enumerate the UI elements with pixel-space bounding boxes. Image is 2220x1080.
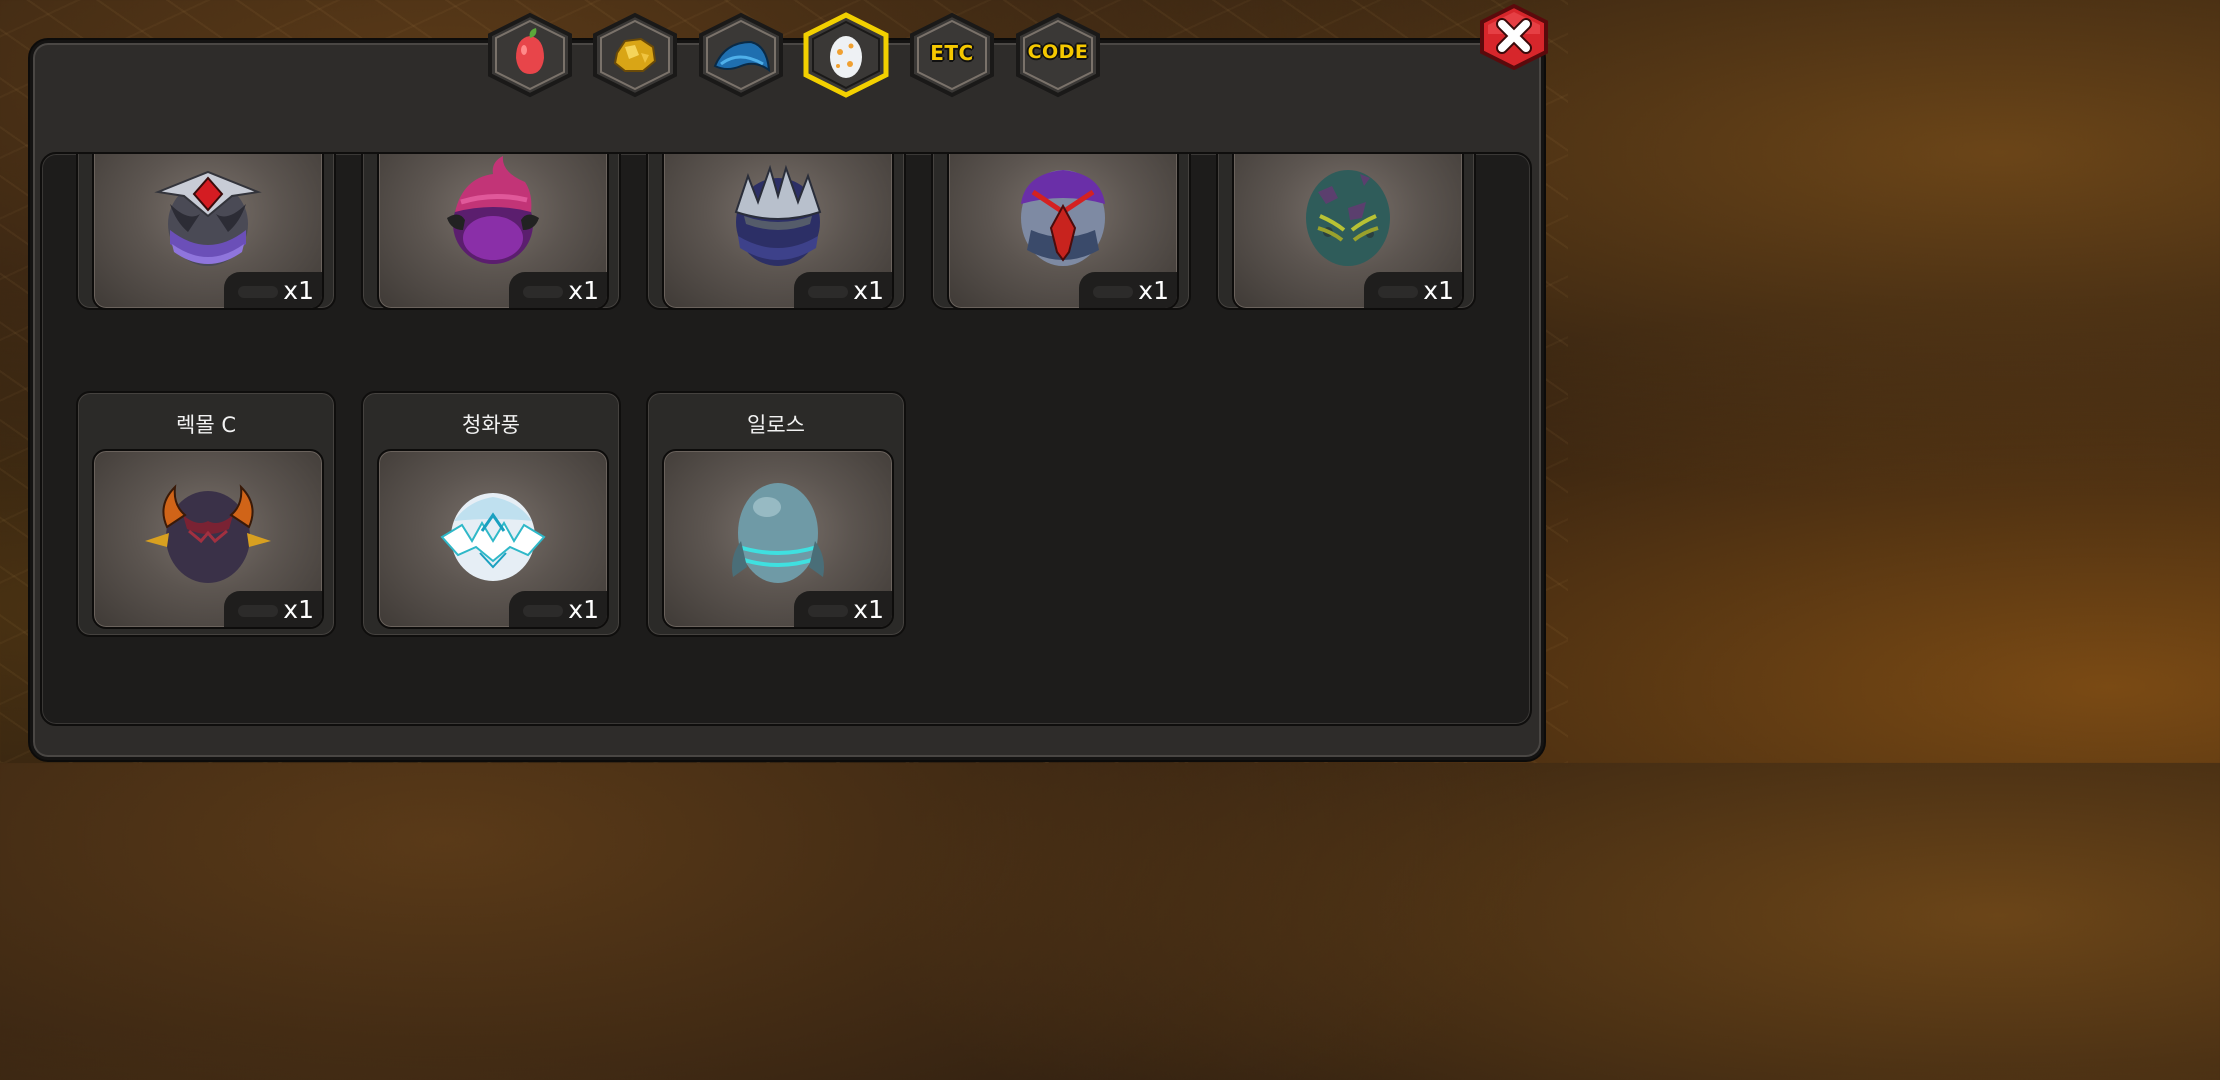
gold-nugget-icon (613, 37, 657, 72)
item-card[interactable]: x1 (931, 154, 1191, 310)
item-slot[interactable]: x1 (662, 154, 894, 310)
tab-etc[interactable]: ETC (906, 12, 998, 98)
pink-swirl-purple-egg-icon (447, 156, 539, 264)
cyan-striped-egg-icon (732, 483, 824, 583)
blue-feather-icon (713, 40, 771, 73)
quantity-badge: x1 (794, 272, 892, 308)
quantity-text: x1 (853, 276, 884, 305)
item-card[interactable]: x1 (76, 154, 336, 310)
item-name: 일로스 (747, 413, 805, 437)
quantity-badge: x1 (509, 272, 607, 308)
close-icon (1480, 3, 1548, 71)
purple-red-blade-egg-icon (1021, 170, 1105, 266)
quantity-text: x1 (853, 595, 884, 624)
fruit-icon (516, 28, 544, 74)
tab-feather[interactable] (695, 12, 787, 98)
item-slot[interactable]: x1 (92, 154, 324, 310)
quantity-badge: x1 (794, 591, 892, 627)
item-slot[interactable]: x1 (377, 449, 609, 629)
item-card[interactable]: x1 (646, 154, 906, 310)
quantity-text: x1 (1423, 276, 1454, 305)
item-name: 청화풍 (462, 413, 520, 437)
code-text-icon: CODE (1027, 41, 1089, 63)
item-slot[interactable]: x1 (377, 154, 609, 310)
white-ice-egg-icon (440, 493, 546, 581)
dark-horned-egg-icon (145, 484, 271, 583)
category-tabs: ETC CODE (484, 12, 1124, 102)
item-card[interactable]: 렉몰 C x1 (76, 391, 336, 637)
quantity-badge: x1 (509, 591, 607, 627)
silver-red-gem-egg-icon (154, 170, 262, 266)
quantity-badge: x1 (1364, 272, 1462, 308)
item-card[interactable]: 일로스 x1 (646, 391, 906, 637)
tab-gold[interactable] (589, 12, 681, 98)
item-slot[interactable]: x1 (947, 154, 1179, 310)
quantity-text: x1 (568, 595, 599, 624)
etc-text-icon: ETC (930, 41, 974, 65)
quantity-text: x1 (1138, 276, 1169, 305)
egg-icon (830, 36, 862, 78)
item-slot[interactable]: x1 (92, 449, 324, 629)
tab-egg[interactable] (800, 12, 892, 98)
teal-spotted-egg-icon (1306, 170, 1390, 266)
item-card[interactable]: x1 (1216, 154, 1476, 310)
tab-fruit[interactable] (484, 12, 576, 98)
quantity-text: x1 (283, 595, 314, 624)
silver-spiked-navy-egg-icon (734, 164, 822, 266)
quantity-badge: x1 (224, 272, 322, 308)
quantity-badge: x1 (1079, 272, 1177, 308)
item-slot[interactable]: x1 (1232, 154, 1464, 310)
quantity-badge: x1 (224, 591, 322, 627)
item-grid[interactable]: x1 x1 x1 x1 x1 렉몰 C x1 청화풍 x1 일로스 x1 (40, 152, 1532, 726)
item-slot[interactable]: x1 (662, 449, 894, 629)
item-card[interactable]: 청화풍 x1 (361, 391, 621, 637)
close-button[interactable] (1478, 3, 1550, 71)
tab-code[interactable]: CODE (1012, 12, 1104, 98)
item-name: 렉몰 C (176, 413, 236, 437)
quantity-text: x1 (568, 276, 599, 305)
quantity-text: x1 (283, 276, 314, 305)
item-card[interactable]: x1 (361, 154, 621, 310)
